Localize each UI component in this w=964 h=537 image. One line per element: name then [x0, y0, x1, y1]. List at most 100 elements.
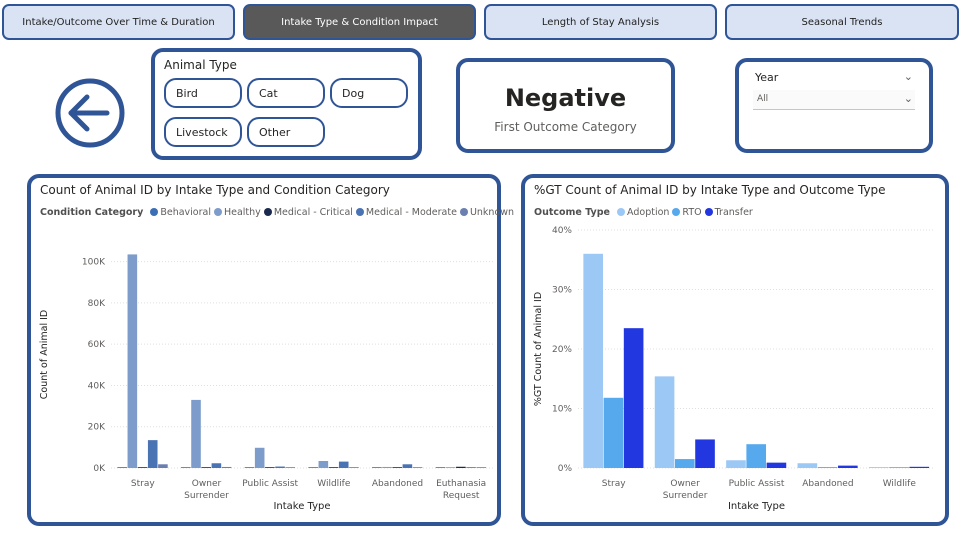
- kpi-label: First Outcome Category: [494, 120, 637, 134]
- bar: [583, 253, 603, 468]
- bar: [382, 466, 392, 468]
- y-tick-label: 0%: [558, 464, 573, 474]
- x-tick-label: Surrender: [663, 491, 708, 501]
- bar: [328, 467, 339, 468]
- bar: [412, 467, 423, 468]
- x-tick-label: Wildlife: [317, 479, 351, 489]
- y-tick-label: 60K: [88, 340, 106, 350]
- bar: [889, 467, 909, 468]
- bar: [137, 467, 148, 468]
- bar: [868, 467, 889, 468]
- bar: [244, 467, 255, 468]
- tab-length-of-stay[interactable]: Length of Stay Analysis: [484, 4, 717, 40]
- y-tick-label: 10%: [552, 405, 572, 415]
- chevron-down-icon: ⌄: [903, 92, 913, 105]
- y-axis-title: Count of Animal ID: [39, 310, 50, 399]
- x-axis-title: Intake Type: [273, 501, 330, 512]
- x-tick-label: Wildlife: [883, 479, 917, 489]
- bar: [674, 459, 695, 468]
- bar: [466, 467, 476, 468]
- bar: [201, 467, 211, 468]
- outcome-bar-chart: 0% 10% 20% 30% 40% %GT Count of Animal ID Stra…: [533, 226, 935, 512]
- animal-option-dog[interactable]: Dog: [330, 78, 408, 108]
- y-tick-label: 30%: [552, 286, 572, 296]
- animal-option-bird[interactable]: Bird: [164, 78, 242, 108]
- x-axis-title: Intake Type: [728, 501, 785, 512]
- bar: [797, 463, 818, 468]
- bar: [435, 467, 446, 468]
- tab-intake-condition[interactable]: Intake Type & Condition Impact: [243, 4, 476, 40]
- x-tick-label: Abandoned: [372, 479, 423, 489]
- slicer-title: Animal Type: [164, 58, 237, 72]
- bar: [456, 466, 466, 468]
- year-dropdown[interactable]: All ⌄: [753, 90, 915, 110]
- bar: [338, 461, 349, 468]
- x-tick-label: Public Assist: [242, 479, 298, 489]
- bar: [191, 399, 201, 468]
- y-axis-title: %GT Count of Animal ID: [533, 292, 544, 406]
- bar: [221, 466, 232, 468]
- chevron-down-icon[interactable]: ⌄: [904, 70, 913, 83]
- condition-bar-chart: 0K 20K 40K 60K 80K 100K Count of Animal ID Stra…: [39, 254, 493, 512]
- bar: [308, 467, 318, 468]
- bar: [603, 397, 624, 468]
- bar: [402, 464, 413, 468]
- bar: [372, 467, 382, 468]
- x-tick-label: Stray: [602, 479, 626, 489]
- bar: [476, 467, 487, 468]
- animal-option-cat[interactable]: Cat: [247, 78, 325, 108]
- x-tick-label: Owner: [192, 479, 222, 489]
- bar: [349, 467, 359, 468]
- x-tick-label: Request: [443, 491, 480, 501]
- kpi-value: Negative: [504, 84, 627, 112]
- condition-chart-panel: Count of Animal ID by Intake Type and Co…: [27, 174, 514, 526]
- bar: [909, 466, 930, 468]
- bar: [117, 467, 127, 468]
- bar: [181, 467, 191, 468]
- bar: [285, 467, 296, 468]
- year-filter: Year ⌄ All ⌄: [735, 58, 933, 153]
- bar: [254, 447, 265, 468]
- bar: [838, 465, 858, 468]
- year-dropdown-value: All: [757, 94, 769, 104]
- kpi-card: Negative First Outcome Category: [456, 58, 675, 153]
- bar: [623, 328, 644, 468]
- x-tick-label: Surrender: [184, 491, 229, 501]
- bar: [158, 464, 168, 468]
- y-tick-label: 100K: [82, 258, 106, 268]
- year-filter-title: Year: [755, 71, 779, 84]
- x-tick-label: Abandoned: [802, 479, 853, 489]
- tab-seasonal-trends[interactable]: Seasonal Trends: [725, 4, 959, 40]
- y-tick-label: 0K: [93, 464, 106, 474]
- x-tick-label: Euthanasia: [436, 479, 486, 489]
- bar: [147, 440, 158, 468]
- bar: [746, 444, 767, 468]
- bar: [695, 439, 715, 468]
- bar: [766, 462, 787, 468]
- animal-type-slicer: Animal Type Bird Cat Dog Livestock Other: [151, 48, 422, 160]
- tab-intake-outcome-time[interactable]: Intake/Outcome Over Time & Duration: [2, 4, 235, 40]
- back-button[interactable]: [55, 78, 125, 148]
- animal-option-other[interactable]: Other: [247, 117, 325, 147]
- bar: [211, 463, 222, 468]
- y-tick-label: 20K: [88, 423, 106, 433]
- y-tick-label: 40%: [552, 226, 572, 236]
- y-tick-label: 80K: [88, 299, 106, 309]
- bar: [726, 460, 746, 468]
- x-tick-label: Stray: [131, 479, 155, 489]
- bar: [445, 467, 456, 468]
- bar: [265, 467, 275, 468]
- x-tick-label: Owner: [670, 479, 700, 489]
- back-arrow-icon: [55, 78, 125, 148]
- bar: [654, 376, 675, 468]
- outcome-chart-panel: %GT Count of Animal ID by Intake Type an…: [521, 174, 949, 526]
- bar: [392, 467, 402, 468]
- x-tick-label: Public Assist: [729, 479, 785, 489]
- bar: [817, 467, 838, 468]
- y-tick-label: 20%: [552, 345, 572, 355]
- animal-option-livestock[interactable]: Livestock: [164, 117, 242, 147]
- bar: [318, 460, 329, 468]
- bar: [127, 254, 138, 468]
- bar: [275, 466, 285, 468]
- y-tick-label: 40K: [88, 381, 106, 391]
